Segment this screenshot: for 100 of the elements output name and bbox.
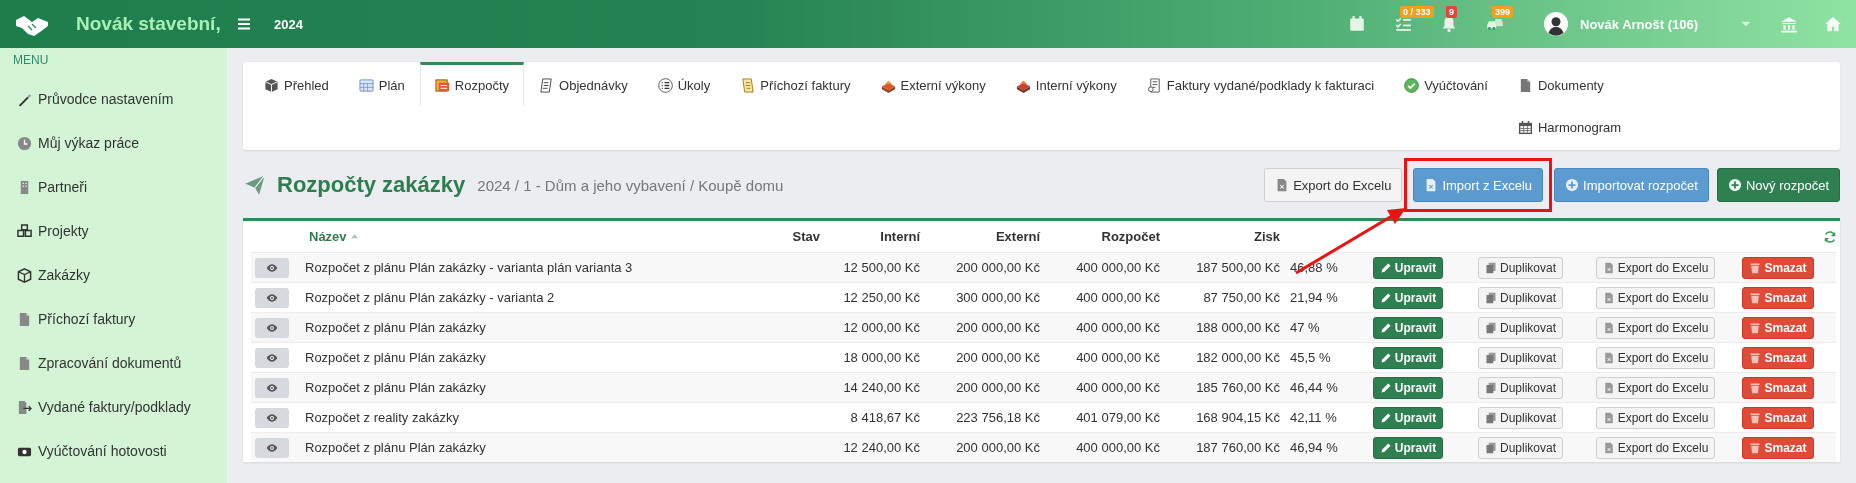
row-action-button[interactable]: Smazat <box>1742 376 1814 399</box>
row-action-button[interactable]: Smazat <box>1742 256 1814 279</box>
sidebar-item[interactable]: Partneři <box>0 165 227 209</box>
table-cell: 47 % <box>1290 320 1320 335</box>
tab[interactable]: Objednávky <box>524 62 643 106</box>
tab[interactable]: Úkoly <box>642 62 726 106</box>
document-icon <box>17 355 32 371</box>
row-action-button[interactable]: Upravit <box>1372 406 1444 429</box>
row-action-button[interactable]: Upravit <box>1372 376 1444 399</box>
sidebar-item[interactable]: Můj výkaz práce <box>0 121 227 165</box>
table-cell: Rozpočet z plánu Plán zakázky <box>305 380 486 395</box>
column-header[interactable]: Název <box>309 229 347 244</box>
table-cell: 401 079,00 Kč <box>1076 410 1160 425</box>
sidebar-item[interactable]: Zakázky <box>0 253 227 297</box>
refresh-icon[interactable] <box>1823 229 1837 244</box>
row-action-button[interactable]: Duplikovat <box>1478 406 1563 429</box>
row-action-button[interactable]: Duplikovat <box>1478 346 1563 369</box>
row-action-button[interactable]: Export do Excelu <box>1595 286 1716 309</box>
row-action-button[interactable]: Duplikovat <box>1478 316 1563 339</box>
sidebar-item[interactable]: Zpracování dokumentů <box>0 341 227 385</box>
sidebar-item[interactable]: Vyúčtování hotovosti <box>0 429 227 473</box>
avatar-icon[interactable] <box>1544 12 1568 36</box>
header-button[interactable]: Export do Excelu <box>1264 168 1403 202</box>
row-action-button[interactable]: Export do Excelu <box>1595 406 1716 429</box>
excel-file-icon <box>1602 441 1615 454</box>
row-action-button[interactable]: Duplikovat <box>1478 376 1563 399</box>
table-cell: 12 500,00 Kč <box>843 260 920 275</box>
row-action-button[interactable]: Upravit <box>1372 346 1444 369</box>
tab[interactable]: Plán <box>343 62 420 106</box>
excel-file-icon <box>1602 291 1615 304</box>
table-cell: 42,11 % <box>1290 410 1337 425</box>
table-cell: 21,94 % <box>1290 290 1338 305</box>
tab[interactable]: Interní výkony <box>1000 62 1132 106</box>
tab[interactable]: Rozpočty <box>419 62 525 106</box>
trash-icon <box>1749 381 1762 394</box>
menu-icon[interactable] <box>236 16 252 32</box>
table-cell: 400 000,00 Kč <box>1076 440 1160 455</box>
table-cell: 187 500,00 Kč <box>1196 260 1280 275</box>
row-action-button[interactable]: Duplikovat <box>1478 256 1563 279</box>
table-cell: 12 240,00 Kč <box>843 440 920 455</box>
tab[interactable]: Příchozí faktury <box>725 62 866 106</box>
row-action-button[interactable]: Upravit <box>1372 256 1444 279</box>
eye-icon <box>266 381 278 394</box>
copy-icon <box>1485 411 1497 424</box>
tab[interactable]: Faktury vydané/podklady k fakturaci <box>1131 62 1390 106</box>
view-button[interactable] <box>255 377 289 398</box>
sidebar-item[interactable]: Příchozí faktury <box>0 297 227 341</box>
table-cell: 46,44 % <box>1290 380 1338 395</box>
row-action-button[interactable]: Smazat <box>1742 436 1814 459</box>
view-button[interactable] <box>255 257 289 278</box>
pencil-icon <box>1379 411 1392 424</box>
trash-icon <box>1749 261 1762 274</box>
sidebar-item[interactable]: Průvodce nastavením <box>0 77 227 121</box>
row-action-button[interactable]: Smazat <box>1742 286 1814 309</box>
column-header: Stav <box>792 229 820 244</box>
tab[interactable]: Harmonogram <box>1502 106 1637 146</box>
tab[interactable]: Vyúčtování <box>1389 62 1503 106</box>
tab[interactable]: Dokumenty <box>1502 62 1637 106</box>
table-cell: Rozpočet z plánu Plán zakázky - varianta 2 <box>305 290 555 305</box>
row-action-button[interactable]: Duplikovat <box>1478 436 1563 459</box>
header-button[interactable]: Nový rozpočet <box>1716 168 1840 202</box>
row-action-button[interactable]: Upravit <box>1372 316 1444 339</box>
row-action-button[interactable]: Upravit <box>1372 436 1444 459</box>
list-icon <box>657 77 673 93</box>
checklist-icon[interactable] <box>1394 15 1412 33</box>
clock-icon <box>17 135 32 151</box>
view-button[interactable] <box>255 287 289 308</box>
table-cell: 18 000,00 Kč <box>843 350 920 365</box>
table-cell: 14 240,00 Kč <box>843 380 920 395</box>
sidebar-item[interactable]: Vydané faktury/podklady <box>0 385 227 429</box>
view-button[interactable] <box>255 317 289 338</box>
table-cell: 400 000,00 Kč <box>1076 260 1160 275</box>
copy-icon <box>1485 261 1497 274</box>
brand-name[interactable]: Novák stavební, <box>76 13 236 35</box>
bell-icon[interactable] <box>1440 15 1458 33</box>
view-button[interactable] <box>255 437 289 458</box>
row-action-button[interactable]: Duplikovat <box>1478 286 1563 309</box>
excel-file-icon <box>1602 381 1615 394</box>
row-action-button[interactable]: Smazat <box>1742 406 1814 429</box>
table-cell: 12 000,00 Kč <box>843 320 920 335</box>
row-action-button[interactable]: Smazat <box>1742 346 1814 369</box>
invoice-icon <box>740 77 756 93</box>
tab[interactable]: Externí výkony <box>865 62 1001 106</box>
view-button[interactable] <box>255 347 289 368</box>
pencil-icon <box>1379 291 1392 304</box>
row-action-button[interactable]: Export do Excelu <box>1595 436 1716 459</box>
row-action-button[interactable]: Export do Excelu <box>1595 316 1716 339</box>
tab[interactable]: Přehled <box>249 62 344 106</box>
table-cell: 182 000,00 Kč <box>1196 350 1280 365</box>
excel-file-icon <box>1602 321 1615 334</box>
pencil-icon <box>1379 321 1392 334</box>
row-action-button[interactable]: Export do Excelu <box>1595 346 1716 369</box>
row-action-button[interactable]: Smazat <box>1742 316 1814 339</box>
row-action-button[interactable]: Upravit <box>1372 286 1444 309</box>
table-cell: 223 756,18 Kč <box>956 410 1040 425</box>
row-action-button[interactable]: Export do Excelu <box>1595 256 1716 279</box>
view-button[interactable] <box>255 407 289 428</box>
row-action-button[interactable]: Export do Excelu <box>1595 376 1716 399</box>
sidebar-item[interactable]: Projekty <box>0 209 227 253</box>
excel-file-icon <box>1602 351 1615 364</box>
